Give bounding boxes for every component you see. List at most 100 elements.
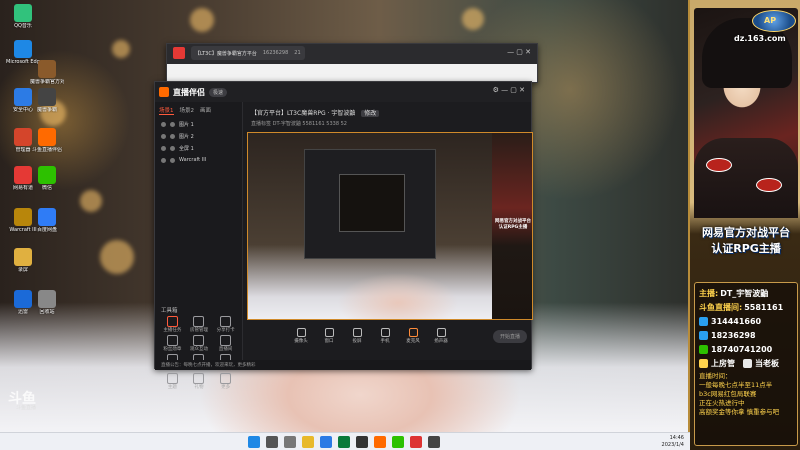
window-controls[interactable]: — ▢ ✕ <box>507 48 531 56</box>
system-clock[interactable]: 14:46 2023/1/4 <box>662 435 684 449</box>
netease-icon[interactable] <box>410 436 422 448</box>
tool-button[interactable]: 房管管理 <box>186 316 213 333</box>
app-icon <box>38 128 56 146</box>
desktop-icon[interactable]: 回收站 <box>30 290 64 315</box>
bokeh-light <box>80 190 102 212</box>
phone-row: 18740741200 <box>699 342 793 356</box>
source-item[interactable]: Warcraft III <box>155 154 242 166</box>
lock-icon[interactable] <box>170 133 175 139</box>
eye-icon[interactable] <box>161 145 166 151</box>
tool-icon <box>220 316 232 327</box>
source-item[interactable]: 图片 1 <box>155 118 242 130</box>
anchor-name: DT_宇智波鼬 <box>720 288 769 298</box>
lock-icon[interactable] <box>170 121 175 127</box>
studio-window-controls[interactable]: ⚙ — ▢ ✕ <box>493 86 525 94</box>
control-label: 摄像头 <box>294 339 308 344</box>
lock-icon[interactable] <box>170 157 175 163</box>
browser-tab[interactable]: 【LT3C】魔兽争霸官方平台 16236298 21 <box>191 46 305 60</box>
home-icon[interactable] <box>173 47 185 59</box>
guard-text: 上房管 <box>711 358 735 368</box>
window-capture-button[interactable]: 窗口 <box>319 328 339 344</box>
tool-button[interactable]: 观众互动 <box>186 335 213 352</box>
crown-icon <box>699 358 708 368</box>
app-icon <box>14 248 32 266</box>
folder-icon[interactable] <box>302 436 314 448</box>
tool-button[interactable]: 粉丝勋章 <box>159 335 186 352</box>
eye-icon[interactable] <box>161 121 166 127</box>
tool-icon <box>166 316 178 327</box>
app-icon[interactable] <box>428 436 440 448</box>
camera-button[interactable]: 摄像头 <box>291 328 311 344</box>
tool-label: 粉丝勋章 <box>163 347 182 352</box>
lock-icon[interactable] <box>170 145 175 151</box>
microphone-icon <box>408 328 418 337</box>
streamer-info-box: 主播: DT_宇智波鼬 斗鱼直播间: 5581161 314441660 182… <box>694 282 798 446</box>
stream-preview[interactable]: 网易官方对战平台 认证RPG主播 <box>247 132 533 320</box>
eye-icon[interactable] <box>161 133 166 139</box>
qq-group-row: 18236298 <box>699 328 793 342</box>
qq-icon <box>699 316 708 326</box>
wechat-icon[interactable] <box>392 436 404 448</box>
speaker-button[interactable]: 扬声器 <box>431 328 451 344</box>
desktop-icon[interactable]: 斗鱼直播伴侣 <box>30 128 64 153</box>
tool-button[interactable]: 直播间 <box>212 335 239 352</box>
preview-nested-scene <box>339 174 405 232</box>
tab-scene-1[interactable]: 场景1 <box>159 106 174 115</box>
screen-cast-button[interactable]: 投屏 <box>347 328 367 344</box>
desktop-icon[interactable]: 百度网盘 <box>30 208 64 233</box>
bokeh-light <box>112 40 130 58</box>
streaming-studio-window[interactable]: 直播伴侣 极速 ⚙ — ▢ ✕ 场景1 场景2 画面 图片 1 图片 2 全屏 … <box>154 81 533 390</box>
search-icon[interactable] <box>266 436 278 448</box>
browser-address-bar[interactable] <box>167 64 537 82</box>
studio-titlebar: 直播伴侣 极速 ⚙ — ▢ ✕ <box>155 82 531 102</box>
app-icon <box>14 4 32 22</box>
taskbar-apps <box>248 436 440 448</box>
desktop-icon-label: 斗鱼直播伴侣 <box>31 147 62 153</box>
tab-scene-3[interactable]: 画面 <box>200 106 211 114</box>
tool-button[interactable]: 礼物 <box>186 373 213 390</box>
browser-tab-row: 【LT3C】魔兽争霸官方平台 16236298 21 — ▢ ✕ <box>167 44 537 62</box>
desktop-icon-label: 魔兽争霸官方对战平台 <box>30 79 64 85</box>
warcraft-icon[interactable] <box>356 436 368 448</box>
tool-icon <box>220 373 232 384</box>
desktop-icon-label: 微信 <box>41 185 52 191</box>
windows-taskbar: 14:46 2023/1/4 <box>0 432 690 450</box>
edit-title-button[interactable]: 修改 <box>361 110 380 117</box>
eye-icon[interactable] <box>161 157 166 163</box>
tool-button[interactable]: 主播任务 <box>159 316 186 333</box>
banner-slogan-2: 认证RPG主播 <box>711 242 781 255</box>
tab-scene-2[interactable]: 场景2 <box>180 106 195 114</box>
app-icon <box>38 290 56 308</box>
tool-button[interactable]: 主题 <box>159 373 186 390</box>
browser-window[interactable]: 【LT3C】魔兽争霸官方平台 16236298 21 — ▢ ✕ <box>166 43 538 83</box>
phone-button[interactable]: 手机 <box>375 328 395 344</box>
diamond-icon <box>743 358 752 368</box>
studio-version-badge[interactable]: 极速 <box>209 87 228 97</box>
desktop-icon[interactable]: 微信 <box>30 166 64 191</box>
tool-button[interactable]: 更多 <box>212 373 239 390</box>
source-item[interactable]: 全屏 1 <box>155 142 242 154</box>
bokeh-light <box>462 8 484 30</box>
toolbox-grid: 主播任务 房管管理 分享打卡 粉丝勋章 观众互动 直播间 钻粉 弹幕 数据统计 … <box>159 316 239 390</box>
app-icon <box>38 60 56 78</box>
desktop-icon-label: 百度网盘 <box>36 227 57 233</box>
source-item[interactable]: 图片 2 <box>155 130 242 142</box>
edge-icon[interactable] <box>320 436 332 448</box>
anchor-row: 主播: DT_宇智波鼬 <box>699 286 793 300</box>
store-icon[interactable] <box>338 436 350 448</box>
desktop-icon[interactable]: 魔兽争霸 <box>30 88 64 113</box>
desktop-icon[interactable]: QQ音乐 <box>6 4 40 29</box>
tool-button[interactable]: 分享打卡 <box>212 316 239 333</box>
start-live-button[interactable]: 开始直播 <box>493 330 527 343</box>
start-icon[interactable] <box>248 436 260 448</box>
microphone-button[interactable]: 麦克风 <box>403 328 423 344</box>
browser-tab-title: 【LT3C】魔兽争霸官方平台 <box>195 50 257 57</box>
douyu-icon[interactable] <box>374 436 386 448</box>
qq-group-number: 18236298 <box>711 330 756 340</box>
desktop-icon[interactable]: 录屏 <box>6 248 40 273</box>
desktop-icon[interactable]: 魔兽争霸官方对战平台 <box>30 60 64 85</box>
clock-date: 2023/1/4 <box>661 442 684 448</box>
tool-icon <box>166 373 178 384</box>
task-view-icon[interactable] <box>284 436 296 448</box>
room-title: 【官方平台】LT3C魔兽RPG · 宇智波鼬 修改 <box>251 108 380 117</box>
